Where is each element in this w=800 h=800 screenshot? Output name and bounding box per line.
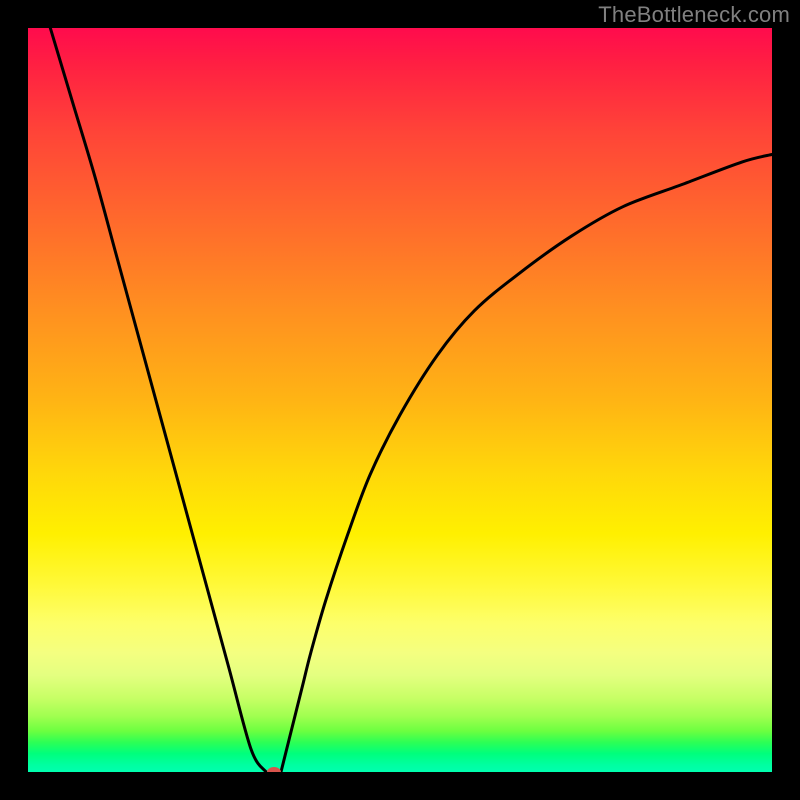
watermark-text: TheBottleneck.com <box>598 2 790 28</box>
min-marker-dot <box>267 767 281 772</box>
curve-left-branch <box>50 28 266 772</box>
plot-area <box>28 28 772 772</box>
curve-right-branch <box>281 154 772 772</box>
chart-frame: TheBottleneck.com <box>0 0 800 800</box>
curve-layer <box>28 28 772 772</box>
